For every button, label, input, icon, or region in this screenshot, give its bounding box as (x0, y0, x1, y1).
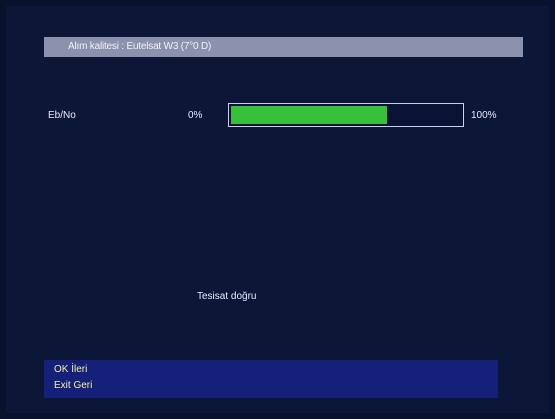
receiver-screen: Alım kalitesi : Eutelsat W3 (7°0 D) Eb/N… (0, 0, 555, 419)
signal-quality-fill (231, 106, 387, 124)
signal-label: Eb/No (48, 110, 76, 121)
ok-next-hint[interactable]: OK İleri (54, 364, 87, 375)
signal-max-label: 100% (471, 110, 497, 121)
signal-quality-bar (228, 103, 464, 127)
footer-hints: OK İleri Exit Geri (44, 360, 498, 398)
title-bar: Alım kalitesi : Eutelsat W3 (7°0 D) (44, 37, 523, 57)
signal-min-label: 0% (188, 110, 203, 121)
status-message: Tesisat doğru (197, 291, 257, 302)
exit-back-hint[interactable]: Exit Geri (54, 380, 92, 391)
